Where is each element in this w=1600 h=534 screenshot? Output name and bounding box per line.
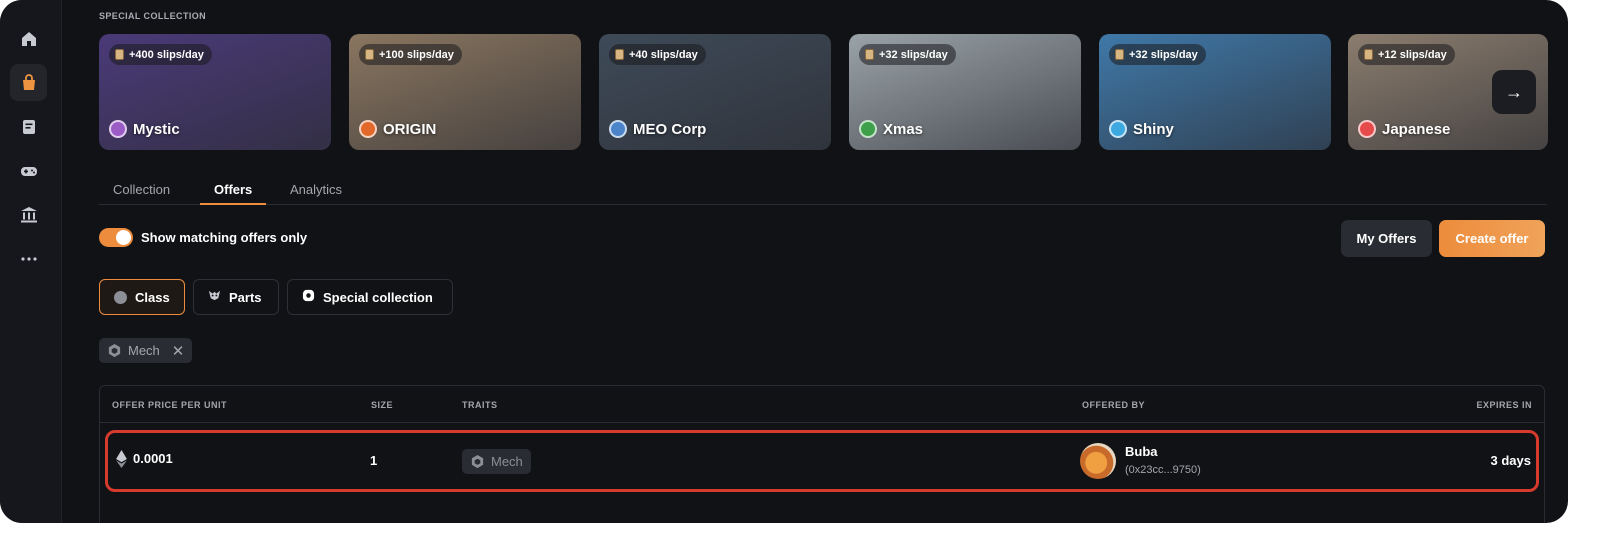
special-collection-icon [302, 289, 315, 305]
slip-icon [615, 49, 624, 60]
matching-offers-toggle[interactable] [99, 228, 133, 247]
slip-icon [365, 49, 374, 60]
shopping-bag-icon[interactable] [10, 64, 47, 101]
offer-size: 1 [370, 453, 378, 468]
mech-hex-icon [471, 454, 484, 469]
slip-icon [115, 49, 124, 60]
chip-label: Mech [128, 343, 160, 358]
collection-name: Japanese [1382, 120, 1451, 138]
collection-name-row: Shiny [1109, 120, 1174, 138]
ethereum-icon [116, 450, 127, 468]
more-icon[interactable] [10, 240, 47, 277]
tab-offers[interactable]: Offers [200, 174, 267, 205]
collection-name: Xmas [883, 120, 924, 138]
slips-label: +32 slips/day [1129, 48, 1198, 61]
header-price: OFFER PRICE PER UNIT [112, 400, 228, 410]
table-row[interactable]: 0.0001 1 Mech Buba (0x23cc...9750) 3 day… [105, 430, 1539, 492]
circle-icon [114, 290, 127, 304]
collection-icon [1358, 120, 1376, 138]
app-window: SPECIAL COLLECTION +400 slips/day Mystic +… [0, 0, 1568, 523]
slips-label: +400 slips/day [129, 48, 204, 61]
home-icon[interactable] [10, 20, 47, 57]
filter-parts[interactable]: Parts [193, 279, 279, 315]
collection-name: Mystic [133, 120, 180, 138]
collection-name-row: Xmas [859, 120, 923, 138]
slips-label: +32 slips/day [879, 48, 948, 61]
bank-icon[interactable] [10, 196, 47, 233]
collection-card[interactable]: +400 slips/day Mystic [99, 34, 331, 150]
filter-label: Parts [229, 289, 262, 305]
header-traits: TRAITS [462, 400, 498, 410]
collection-card[interactable]: +100 slips/day ORIGIN [349, 34, 581, 150]
slips-label: +12 slips/day [1378, 48, 1447, 61]
collection-name-row: ORIGIN [359, 120, 436, 138]
tab-bar: Collection Offers Analytics [99, 174, 1547, 205]
slips-badge: +400 slips/day [109, 44, 212, 65]
collection-name: ORIGIN [383, 120, 437, 138]
collection-card[interactable]: +32 slips/day Xmas [849, 34, 1081, 150]
avatar[interactable] [1080, 443, 1116, 479]
slip-icon [1115, 49, 1124, 60]
filter-label: Special collection [323, 289, 433, 305]
collection-name-row: MEO Corp [609, 120, 706, 138]
slip-icon [865, 49, 874, 60]
collection-name-row: Mystic [109, 120, 180, 138]
my-offers-button[interactable]: My Offers [1341, 220, 1432, 257]
table-header: OFFER PRICE PER UNIT SIZE TRAITS OFFERED… [100, 386, 1544, 423]
close-icon[interactable]: ✕ [172, 342, 185, 360]
slips-badge: +32 slips/day [1109, 44, 1206, 65]
toggle-label: Show matching offers only [141, 230, 308, 245]
collection-name: MEO Corp [633, 120, 707, 138]
matching-offers-row: Show matching offers only [99, 228, 307, 247]
slips-badge: +100 slips/day [359, 44, 462, 65]
collection-icon [1109, 120, 1127, 138]
gamepad-icon[interactable] [10, 152, 47, 189]
collection-card[interactable]: +40 slips/day MEO Corp [599, 34, 831, 150]
sidebar [0, 0, 62, 523]
collection-card[interactable]: +32 slips/day Shiny [1099, 34, 1331, 150]
tab-collection[interactable]: Collection [99, 174, 184, 204]
trait-label: Mech [491, 454, 523, 469]
section-label: SPECIAL COLLECTION [99, 11, 207, 21]
filter-special-collection[interactable]: Special collection [287, 279, 453, 315]
create-offer-button[interactable]: Create offer [1439, 220, 1545, 257]
main-content: SPECIAL COLLECTION +400 slips/day Mystic +… [62, 0, 1568, 523]
parts-icon [208, 289, 221, 305]
collection-name: Shiny [1133, 120, 1174, 138]
collection-icon [609, 120, 627, 138]
document-icon[interactable] [10, 108, 47, 145]
slips-label: +40 slips/day [629, 48, 698, 61]
expires-in: 3 days [1490, 453, 1531, 468]
collection-name-row: Japanese [1358, 120, 1450, 138]
header-offered-by: OFFERED BY [1082, 400, 1146, 410]
mech-hex-icon [108, 343, 121, 358]
collection-icon [859, 120, 877, 138]
filter-label: Class [135, 289, 170, 305]
slip-icon [1364, 49, 1373, 60]
offers-table: OFFER PRICE PER UNIT SIZE TRAITS OFFERED… [99, 385, 1545, 523]
collection-icon [109, 120, 127, 138]
offerer-address: (0x23cc...9750) [1125, 464, 1201, 476]
collection-icon [359, 120, 377, 138]
active-filter-chip: Mech ✕ [99, 338, 193, 363]
header-size: SIZE [371, 400, 394, 410]
slips-badge: +32 slips/day [859, 44, 956, 65]
slips-label: +100 slips/day [379, 48, 454, 61]
slips-badge: +40 slips/day [609, 44, 706, 65]
slips-badge: +12 slips/day [1358, 44, 1455, 65]
tab-analytics[interactable]: Analytics [276, 174, 356, 204]
filter-class[interactable]: Class [99, 279, 185, 315]
offer-price: 0.0001 [133, 451, 173, 466]
header-expires: EXPIRES IN [1476, 400, 1532, 410]
offerer-name[interactable]: Buba [1125, 444, 1158, 459]
arrow-right-icon[interactable]: → [1492, 70, 1536, 114]
trait-chip: Mech [462, 449, 531, 474]
